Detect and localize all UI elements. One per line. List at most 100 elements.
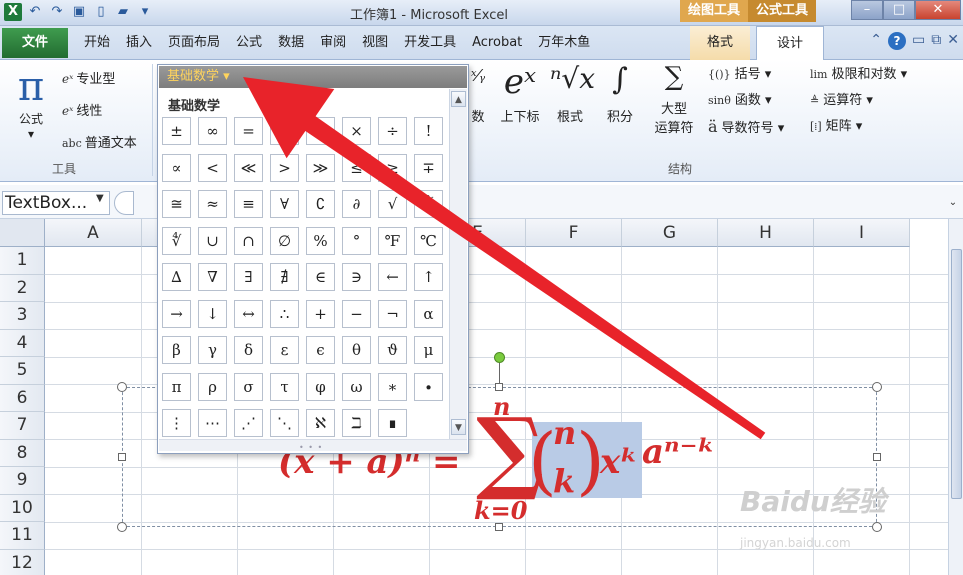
math-symbol-button[interactable]: ∎ [378,409,407,437]
math-symbol-button[interactable]: ε [270,336,299,364]
row-header-1[interactable]: 1 [0,247,45,275]
math-symbol-button[interactable]: ∜ [162,226,191,255]
radical-button[interactable]: ⁿ√x 根式 [550,62,595,125]
row-header-5[interactable]: 5 [0,357,45,385]
math-symbol-button[interactable]: ∪ [198,226,227,255]
math-symbol-button[interactable]: ¬ [378,299,407,328]
select-all-corner[interactable] [0,219,45,247]
math-symbol-button[interactable]: ∇ [198,263,227,291]
excel-logo-icon[interactable]: X [4,3,22,21]
undo-icon[interactable]: ↶ [26,3,44,21]
math-symbol-button[interactable]: ∴ [270,299,299,328]
math-symbol-button[interactable]: ρ [198,372,227,401]
row-header-8[interactable]: 8 [0,439,45,467]
math-symbol-button[interactable]: ∄ [270,263,299,291]
open-folder-icon[interactable]: ▰ [114,3,132,21]
row-header-3[interactable]: 3 [0,302,45,330]
math-symbol-button[interactable]: ∋ [342,263,371,291]
resize-handle-l[interactable] [118,453,126,461]
close-button[interactable]: ✕ [915,0,961,20]
row-header-2[interactable]: 2 [0,274,45,302]
basic-math-palette[interactable]: 基础数学 ▾ 基础数学 ▲ ▼ • • • ± ∞ = ≠ ~ × ÷! ∝ < ≪ > ≫ ≤ ≥ ∓ ≅ ≈… [157,64,469,454]
math-symbol-button[interactable]: ∛ [414,190,443,218]
min-workbook-icon[interactable]: ▭ [912,32,925,50]
math-symbol-button[interactable]: ∙ [414,372,443,401]
tab-wannian[interactable]: 万年木鱼 [530,26,598,60]
math-symbol-button[interactable]: θ [342,336,371,364]
fraction-button[interactable]: ˣ⁄ᵧ 数 [468,66,488,125]
tab-home[interactable]: 开始 [76,26,118,60]
math-symbol-button[interactable]: ℶ [342,409,371,437]
math-symbol-button[interactable]: β [162,336,191,364]
math-symbol-button[interactable]: ∈ [306,263,335,291]
math-symbol-button[interactable]: ϑ [378,336,407,364]
math-symbol-button[interactable]: ω [342,372,371,401]
math-symbol-button[interactable]: ÷ [378,117,407,145]
math-symbol-button[interactable]: φ [306,372,335,401]
row-header-12[interactable]: 12 [0,549,45,575]
scroll-up-icon[interactable]: ▲ [451,91,466,107]
scroll-down-icon[interactable]: ▼ [451,419,466,435]
chevron-down-icon[interactable]: ▼ [96,193,104,204]
math-symbol-button[interactable]: < [198,153,227,182]
tab-design[interactable]: 设计 [756,26,824,61]
resize-handle-r[interactable] [873,453,881,461]
tab-format[interactable]: 格式 [690,26,750,60]
math-symbol-button[interactable]: % [306,226,335,255]
row-header-11[interactable]: 11 [0,522,45,550]
tab-acrobat[interactable]: Acrobat [464,26,530,60]
math-symbol-button[interactable]: ↓ [198,299,227,328]
math-symbol-button[interactable]: ≥ [378,153,407,182]
math-symbol-button[interactable]: ≡ [234,190,263,218]
math-symbol-button[interactable]: ⋱ [270,409,299,437]
help-icon[interactable]: ? [888,32,907,50]
resize-handle-t[interactable] [495,383,503,391]
math-symbol-button[interactable]: × [342,117,371,145]
tab-page-layout[interactable]: 页面布局 [160,26,228,60]
tab-view[interactable]: 视图 [354,26,396,60]
integral-button[interactable]: ∫ 积分 [600,62,640,125]
bracket-button[interactable]: {()} 括号 ▾ [708,62,784,88]
collapse-ribbon-icon[interactable]: ⌃ [870,32,882,50]
math-symbol-button[interactable]: ∅ [270,226,299,255]
expand-formula-bar-icon[interactable]: ⌄ [945,193,961,213]
rotation-handle[interactable] [494,352,505,363]
equation-button[interactable]: π 公式 ▾ [10,64,52,141]
math-symbol-button[interactable]: δ [234,336,263,364]
math-symbol-button[interactable]: ⋮ [162,409,191,437]
resize-handle-tl[interactable] [117,382,127,392]
math-symbol-button[interactable]: ℉ [378,226,407,255]
operator-button[interactable]: ≜ 运算符 ▾ [810,88,907,114]
math-symbol-button[interactable]: γ [198,336,227,364]
tab-file[interactable]: 文件 [2,28,68,58]
math-symbol-button[interactable]: ∝ [162,153,191,182]
customize-qat-icon[interactable]: ▾ [136,3,154,21]
vertical-scrollbar[interactable] [948,219,963,575]
math-symbol-button[interactable]: ∀ [270,190,299,218]
resize-handle-br[interactable] [872,522,882,532]
math-symbol-button[interactable]: ℵ [306,409,335,437]
new-file-icon[interactable]: ▯ [92,3,110,21]
math-symbol-button[interactable]: > [270,153,299,182]
math-symbol-button[interactable]: ∗ [378,372,407,401]
math-symbol-button[interactable]: ≪ [234,153,263,182]
math-symbol-button[interactable]: ! [414,117,443,145]
math-symbol-button[interactable]: = [234,117,263,145]
name-box[interactable]: TextBox... [2,191,110,215]
row-header-10[interactable]: 10 [0,494,45,522]
tab-data[interactable]: 数据 [270,26,312,60]
normal-text-button[interactable]: abc 普通文本 [62,132,137,151]
tab-insert[interactable]: 插入 [118,26,160,60]
math-symbol-button[interactable]: + [306,299,335,328]
column-header-a[interactable]: A [45,219,142,247]
row-header-9[interactable]: 9 [0,467,45,495]
function-button[interactable]: sinθ 函数 ▾ [708,88,784,114]
tab-developer[interactable]: 开发工具 [396,26,464,60]
column-header-h[interactable]: H [718,219,814,247]
math-symbol-button[interactable]: ∂ [342,190,371,218]
script-button[interactable]: eˣ 上下标 [496,62,544,125]
math-symbol-button[interactable]: ∆ [162,263,191,291]
minimize-button[interactable]: – [851,0,883,20]
math-symbol-button[interactable]: ∁ [306,190,335,218]
palette-resize-grip[interactable]: • • • [159,439,467,452]
